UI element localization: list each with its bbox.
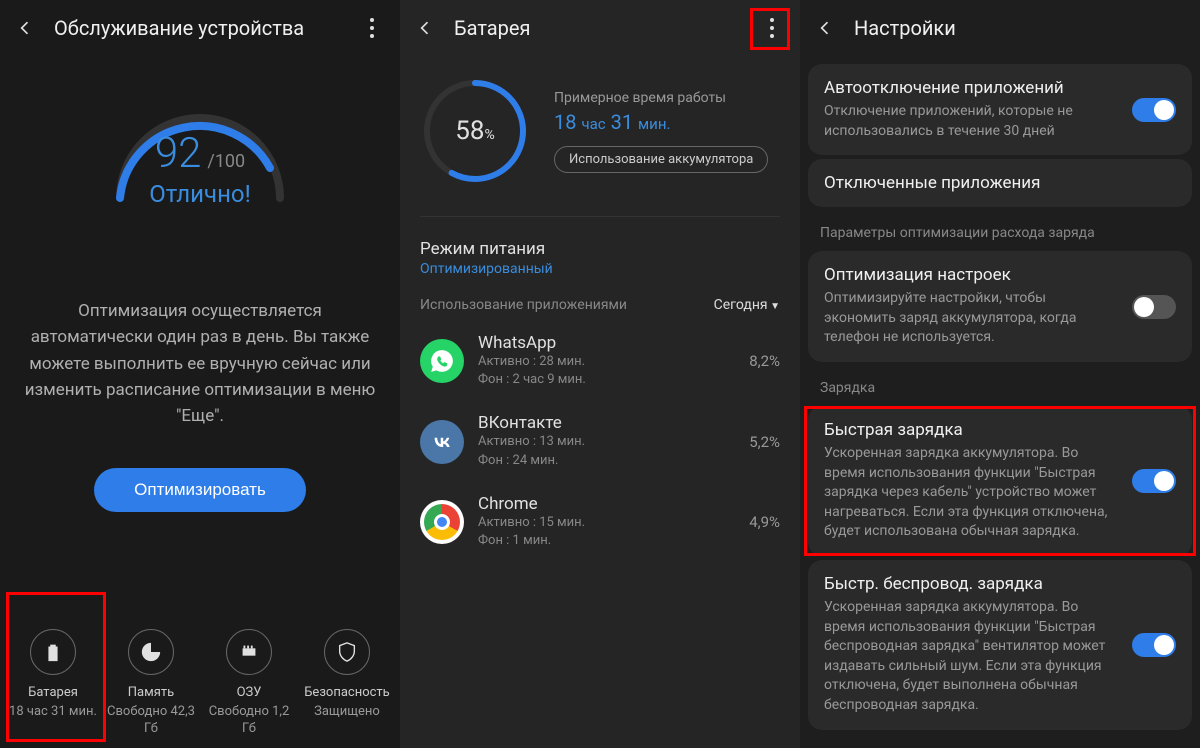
app-active: Активно : 15 мин. [478,514,735,532]
stat-value: 18 час 31 мин. [9,704,97,721]
score-label: Отлично! [90,180,310,208]
stat-value: Свободно 1,2 Гб [203,704,295,738]
mins-value: 31 [611,110,633,134]
hours-value: 18 [554,110,576,134]
app-bg: Фон : 24 мин. [478,452,735,470]
stat-value: Свободно 42,3 Гб [105,704,197,738]
setting-desc: Ускоренная зарядка аккумулятора. Во врем… [824,598,1120,716]
setting-title: Отключенные приложения [824,173,1176,193]
stat-value: Защищено [314,704,380,721]
setting-title: Оптимизация настроек [824,265,1120,285]
score-max: /100 [207,151,245,172]
back-button[interactable] [14,17,36,39]
app-bg: Фон : 1 мин. [478,532,735,550]
page-title: Батарея [454,16,740,40]
ram-icon [238,641,260,663]
app-percent: 5,2% [749,433,780,451]
stat-battery[interactable]: Батарея 18 час 31 мин. [7,629,99,738]
app-active: Активно : 13 мин. [478,433,735,451]
battery-usage-button[interactable]: Использование аккумулятора [554,146,768,173]
toggle-auto-disable[interactable] [1132,98,1176,122]
page-title: Обслуживание устройства [54,16,340,40]
setting-desc: Ускоренная зарядка аккумулятора. Во врем… [824,444,1120,542]
optimize-button[interactable]: Оптимизировать [94,468,306,512]
stat-label: ОЗУ [237,685,262,700]
back-button[interactable] [414,17,436,39]
description: Оптимизация осуществляется автоматически… [0,298,400,430]
mins-unit: мин. [638,115,670,133]
period-dropdown[interactable]: Сегодня [714,297,780,313]
setting-wireless-charge[interactable]: Быстр. беспровод. зарядка Ускоренная зар… [808,560,1192,730]
hours-unit: час [581,115,605,133]
score-value: 92 [155,129,202,178]
app-name: WhatsApp [478,333,735,353]
setting-disabled-apps[interactable]: Отключенные приложения [808,159,1192,207]
stat-label: Память [128,685,174,700]
menu-icon[interactable] [758,14,786,42]
setting-desc: Оптимизируйте настройки, чтобы экономить… [824,289,1120,348]
setting-title: Автоотключение приложений [824,78,1120,98]
battery-percent: 58 [455,116,484,146]
toggle-wireless-charge[interactable] [1132,633,1176,657]
battery-icon [42,641,64,663]
app-row-whatsapp[interactable]: WhatsApp Активно : 28 мин. Фон : 2 час 9… [400,321,800,401]
page-title: Настройки [854,16,1186,40]
app-active: Активно : 28 мин. [478,353,735,371]
stat-security[interactable]: Безопасность Защищено [301,629,393,738]
app-name: Chrome [478,494,735,514]
stat-label: Безопасность [304,685,390,700]
usage-header: Использование приложениями [420,297,627,313]
score-gauge: 92 /100 Отлично! [90,68,310,208]
app-row-chrome[interactable]: Chrome Активно : 15 мин. Фон : 1 мин. 4,… [400,482,800,562]
back-button[interactable] [814,17,836,39]
toggle-fast-charge[interactable] [1132,469,1176,493]
setting-auto-disable[interactable]: Автоотключение приложений Отключение при… [808,64,1192,155]
shield-icon [336,641,358,663]
setting-desc: Отключение приложений, которые не исполь… [824,102,1120,141]
chrome-icon [420,500,464,544]
stat-label: Батарея [28,685,78,700]
toggle-optimize[interactable] [1132,295,1176,319]
whatsapp-icon [420,339,464,383]
app-row-vk[interactable]: ВКонтакте Активно : 13 мин. Фон : 24 мин… [400,401,800,481]
time-label: Примерное время работы [554,90,780,106]
vk-icon [420,420,464,464]
stat-storage[interactable]: Память Свободно 42,3 Гб [105,629,197,738]
power-mode-status: Оптимизированный [400,259,800,289]
section-charging: Зарядка [800,366,1200,402]
app-percent: 8,2% [749,352,780,370]
power-mode-title[interactable]: Режим питания [400,227,800,259]
app-name: ВКонтакте [478,413,735,433]
divider [420,216,780,217]
app-bg: Фон : 2 час 9 мин. [478,371,735,389]
setting-fast-charge[interactable]: Быстрая зарядка Ускоренная зарядка аккум… [808,406,1192,556]
setting-title: Быстр. беспровод. зарядка [824,574,1120,594]
app-percent: 4,9% [749,513,780,531]
setting-optimize[interactable]: Оптимизация настроек Оптимизируйте настр… [808,251,1192,362]
section-optimization: Параметры оптимизации расхода заряда [800,211,1200,247]
battery-ring: 58% [420,76,530,186]
pie-icon [140,641,162,663]
stat-ram[interactable]: ОЗУ Свободно 1,2 Гб [203,629,295,738]
menu-icon[interactable] [358,14,386,42]
setting-title: Быстрая зарядка [824,420,1120,440]
